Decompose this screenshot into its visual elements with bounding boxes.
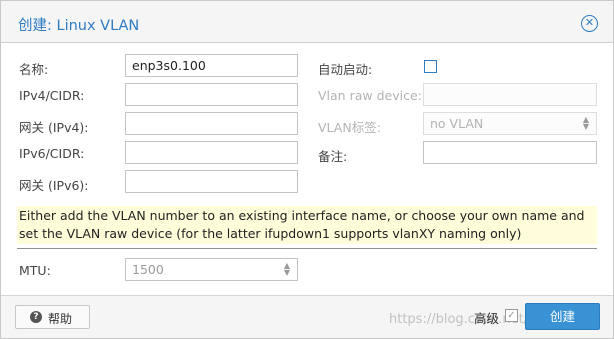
section-divider bbox=[17, 248, 597, 249]
create-button[interactable]: 创建 bbox=[525, 303, 600, 330]
mtu-spinner-icon[interactable]: ▲ ▼ bbox=[282, 262, 292, 277]
vlan-info-text: Either add the VLAN number to an existin… bbox=[17, 206, 597, 244]
create-linux-vlan-dialog: 创建: Linux VLAN ✕ 名称: IPv4/CIDR: 网关 (IPv4… bbox=[0, 0, 614, 339]
dialog-footer: ? 帮助 https://blog.csdn.net/lyace2010 高级 … bbox=[1, 295, 613, 338]
mtu-placeholder: 1500 bbox=[132, 262, 164, 277]
vlan-raw-device-field[interactable] bbox=[423, 83, 597, 106]
dialog-titlebar: 创建: Linux VLAN ✕ bbox=[1, 1, 613, 43]
autostart-checkbox[interactable] bbox=[424, 60, 437, 73]
vlan-tag-placeholder: no VLAN bbox=[430, 116, 484, 131]
ipv4-field[interactable] bbox=[125, 83, 298, 106]
vlan-tag-label: VLAN标签: bbox=[318, 120, 381, 135]
name-label: 名称: bbox=[19, 62, 49, 77]
advanced-label: 高级 bbox=[474, 311, 500, 326]
autostart-label: 自动启动: bbox=[318, 62, 373, 77]
comment-label: 备注: bbox=[318, 149, 348, 164]
vlan-tag-field[interactable]: no VLAN ▲ ▼ bbox=[423, 112, 597, 135]
dialog-title: 创建: Linux VLAN bbox=[18, 18, 140, 34]
vlan-raw-device-label: Vlan raw device: bbox=[318, 88, 422, 103]
vlan-tag-spinner-icon[interactable]: ▲ ▼ bbox=[581, 116, 591, 131]
gateway-ipv4-label: 网关 (IPv4): bbox=[19, 120, 89, 135]
mtu-field[interactable]: 1500 ▲ ▼ bbox=[125, 258, 298, 281]
name-field[interactable] bbox=[125, 54, 298, 77]
question-icon: ? bbox=[30, 311, 42, 323]
ipv6-field[interactable] bbox=[125, 141, 298, 164]
gateway-ipv4-field[interactable] bbox=[125, 112, 298, 135]
gateway-ipv6-label: 网关 (IPv6): bbox=[19, 178, 89, 193]
mtu-label: MTU: bbox=[19, 263, 51, 278]
close-icon[interactable]: ✕ bbox=[581, 15, 598, 32]
help-button-label: 帮助 bbox=[48, 312, 73, 326]
help-button[interactable]: ? 帮助 bbox=[15, 305, 90, 329]
ipv6-label: IPv6/CIDR: bbox=[19, 146, 85, 161]
ipv4-label: IPv4/CIDR: bbox=[19, 88, 85, 103]
advanced-checkbox[interactable]: ✓ bbox=[505, 309, 518, 322]
gateway-ipv6-field[interactable] bbox=[125, 170, 298, 193]
comment-field[interactable] bbox=[423, 141, 597, 164]
